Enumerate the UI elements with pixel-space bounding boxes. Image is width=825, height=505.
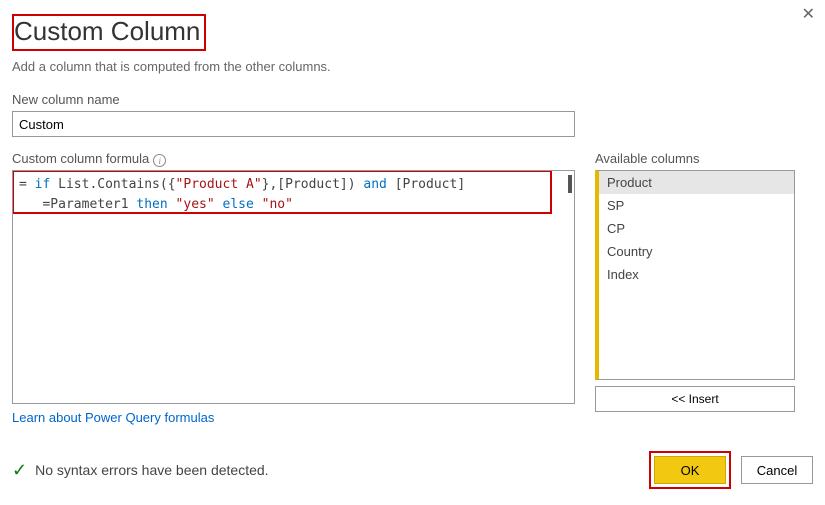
kw-and: and [363,177,386,192]
formula-text: },[Product]) [262,177,364,192]
new-column-label: New column name [12,92,813,107]
str-literal: "yes" [176,197,215,212]
list-item[interactable]: Country [599,240,794,263]
formula-text [168,197,176,212]
new-column-input[interactable] [12,111,575,137]
available-columns-list[interactable]: Product SP CP Country Index [595,170,795,380]
check-icon: ✓ [12,460,27,481]
info-icon[interactable]: i [153,154,166,167]
formula-text [215,197,223,212]
insert-button[interactable]: << Insert [595,386,795,412]
list-item[interactable]: SP [599,194,794,217]
cancel-button[interactable]: Cancel [741,456,813,484]
formula-editor[interactable]: = if List.Contains({"Product A"},[Produc… [12,170,575,404]
status-text: No syntax errors have been detected. [35,462,268,478]
formula-text: =Parameter1 [19,197,136,212]
kw-else: else [223,197,254,212]
highlight-box: OK [649,451,731,489]
formula-label: Custom column formula [12,151,149,166]
formula-text: = [19,177,35,192]
list-item[interactable]: CP [599,217,794,240]
kw-then: then [136,197,167,212]
list-item[interactable]: Product [599,171,794,194]
formula-text: List.Contains({ [50,177,175,192]
ok-button[interactable]: OK [654,456,726,484]
formula-text: [Product] [387,177,465,192]
learn-link[interactable]: Learn about Power Query formulas [12,410,214,425]
formula-text [254,197,262,212]
status-bar: ✓ No syntax errors have been detected. [12,460,269,481]
dialog-subtitle: Add a column that is computed from the o… [12,59,813,74]
list-item[interactable]: Index [599,263,794,286]
kw-if: if [35,177,51,192]
available-columns-label: Available columns [595,151,795,166]
str-literal: "Product A" [176,177,262,192]
dialog-title: Custom Column [12,14,206,51]
close-icon[interactable]: ✕ [802,4,815,24]
scrollbar-thumb[interactable] [568,175,572,193]
str-literal: "no" [262,197,293,212]
